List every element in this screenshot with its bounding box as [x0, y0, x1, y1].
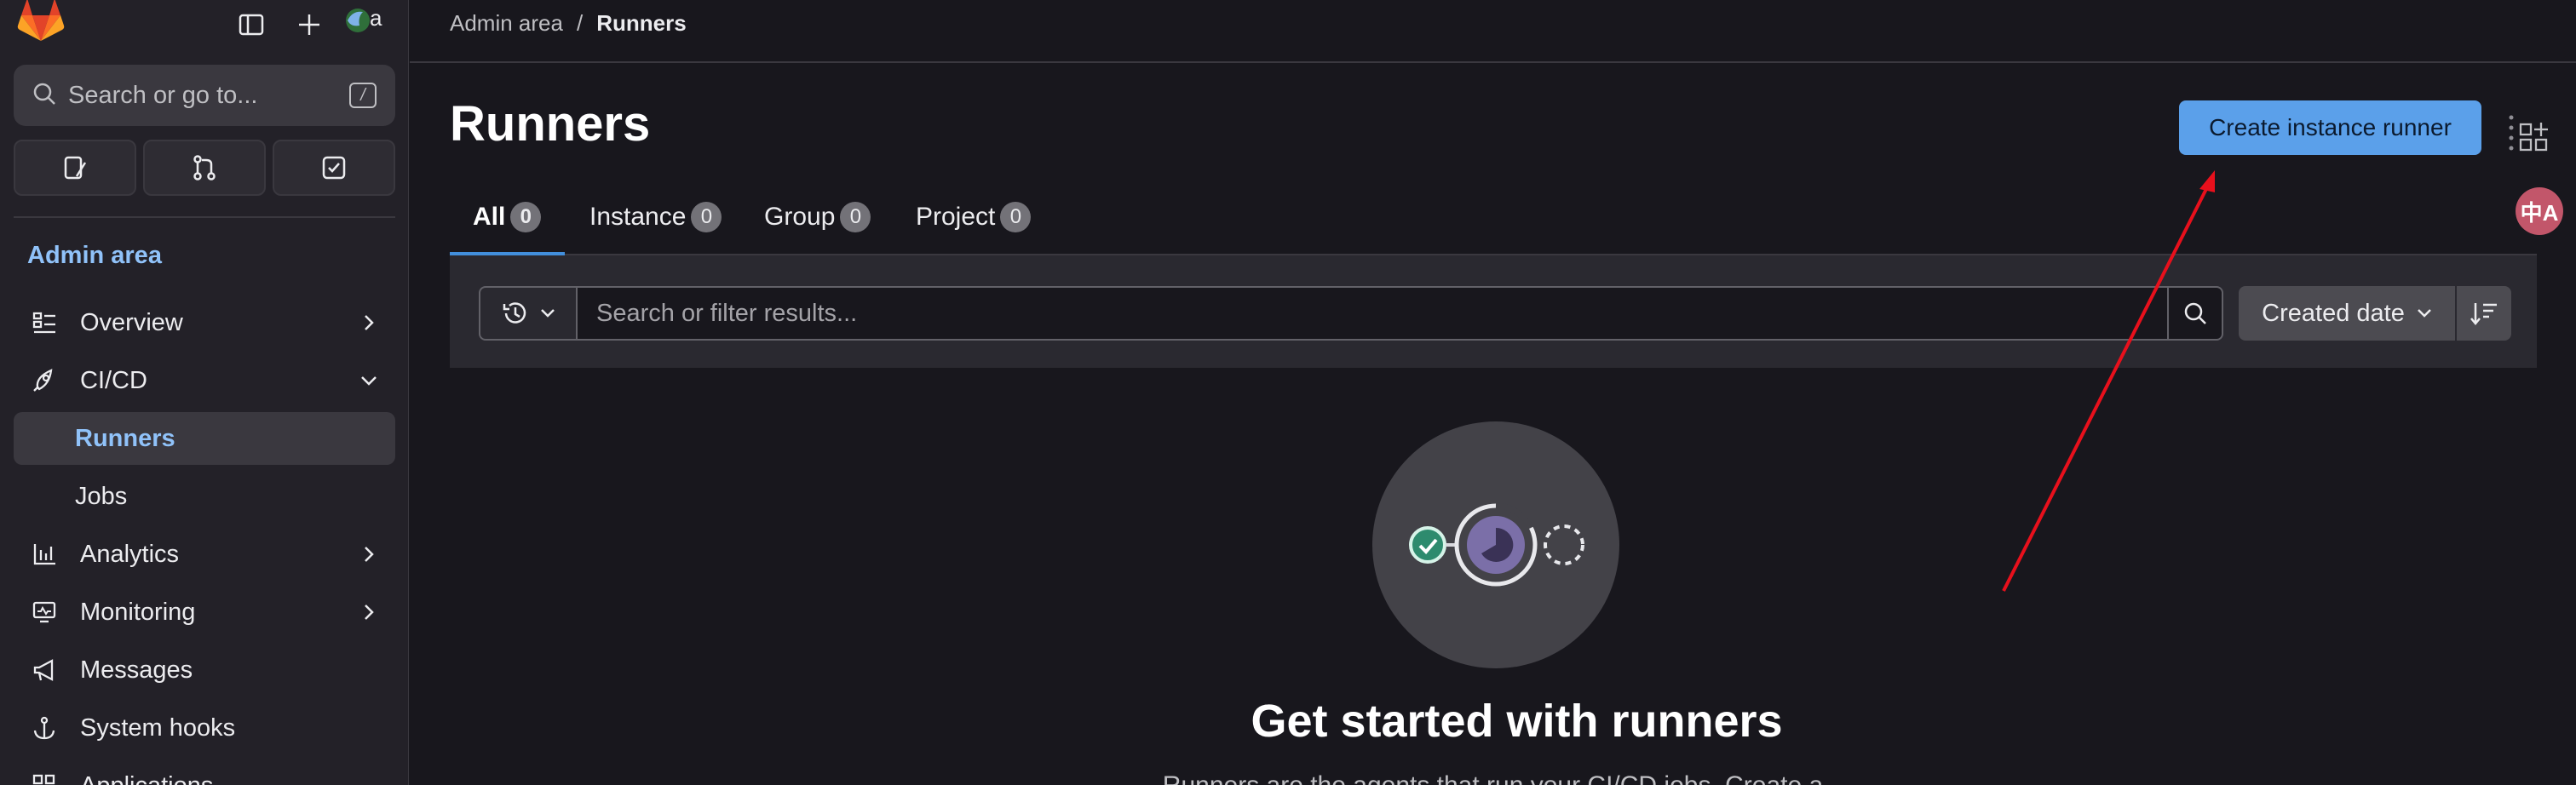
avatar[interactable]: a — [346, 3, 388, 37]
issues-button[interactable] — [14, 140, 136, 196]
filter-bar: Search or filter results... Created date — [450, 255, 2537, 368]
sidebar-item-applications[interactable]: Applications — [14, 759, 395, 785]
chevron-right-icon — [354, 603, 383, 622]
monitor-icon — [27, 599, 61, 625]
sidebar-item-label: Applications — [80, 772, 395, 785]
merge-request-icon — [193, 155, 216, 180]
sidebar-item-system-hooks[interactable]: System hooks — [14, 702, 395, 754]
todos-button[interactable] — [273, 140, 395, 196]
sidebar-item-jobs[interactable]: Jobs — [14, 470, 395, 523]
tab-count-badge: 0 — [510, 202, 542, 232]
apps-icon — [27, 773, 61, 785]
breadcrumb-current[interactable]: Runners — [596, 10, 686, 37]
chevron-down-icon — [541, 309, 555, 318]
overview-icon — [27, 310, 61, 335]
main-content: Admin area / Runners Runners Create inst… — [410, 0, 2576, 785]
tab-count-badge: 0 — [840, 202, 871, 232]
chevron-right-icon — [354, 313, 383, 332]
breadcrumb-separator: / — [576, 10, 584, 36]
sidebar-item-label: Analytics — [80, 540, 180, 568]
issues-icon — [64, 156, 87, 180]
runners-empty-illustration — [1372, 421, 1619, 668]
gitlab-logo-icon[interactable] — [17, 0, 65, 43]
sort-direction-button[interactable] — [2457, 286, 2511, 341]
sidebar: a Search or go to... / Admin area Overvi… — [0, 0, 409, 785]
sidebar-item-cicd[interactable]: CI/CD — [14, 354, 395, 407]
sidebar-item-messages[interactable]: Messages — [14, 644, 395, 696]
sidebar-item-label: System hooks — [80, 713, 236, 742]
tab-label: Group — [764, 203, 836, 231]
search-icon — [2184, 302, 2206, 324]
history-icon — [503, 302, 526, 324]
sort-field-label: Created date — [2262, 299, 2405, 327]
sort-field-dropdown[interactable]: Created date — [2239, 286, 2455, 341]
sidebar-item-label: Jobs — [75, 482, 128, 510]
app-root: a Search or go to... / Admin area Overvi… — [0, 0, 2576, 785]
search-placeholder: Search or go to... — [68, 81, 258, 109]
todo-icon — [322, 156, 346, 180]
sidebar-search[interactable]: Search or go to... / — [14, 65, 395, 126]
sidebar-item-overview[interactable]: Overview — [14, 296, 395, 349]
chevron-down-icon — [354, 375, 383, 387]
empty-state-description: Runners are the agents that run your CI/… — [410, 771, 2576, 785]
search-shortcut-key: / — [349, 83, 377, 108]
sidebar-item-label: Monitoring — [80, 598, 196, 626]
sidebar-header: a — [0, 0, 409, 51]
tab-project[interactable]: Project 0 — [916, 179, 1032, 255]
sidebar-item-label: Messages — [80, 656, 193, 684]
tab-label: Project — [916, 203, 996, 231]
megaphone-icon — [27, 657, 61, 683]
widget-add-icon[interactable] — [2507, 111, 2558, 153]
breadcrumb-parent-link[interactable]: Admin area — [450, 10, 563, 37]
sidebar-item-analytics[interactable]: Analytics — [14, 528, 395, 581]
sidebar-item-label: CI/CD — [80, 366, 147, 394]
tab-instance[interactable]: Instance 0 — [589, 179, 722, 255]
tab-label: Instance — [589, 203, 687, 231]
anchor-icon — [27, 715, 61, 741]
merge-requests-button[interactable] — [143, 140, 266, 196]
sidebar-section-title[interactable]: Admin area — [27, 242, 162, 270]
page-title: Runners — [450, 96, 651, 152]
search-icon — [32, 82, 56, 110]
sidebar-item-runners[interactable]: Runners — [14, 412, 395, 465]
chart-icon — [27, 541, 61, 567]
sidebar-item-label: Overview — [80, 308, 183, 336]
sidebar-divider — [14, 216, 395, 218]
rocket-icon — [27, 367, 61, 394]
empty-state-title: Get started with runners — [1251, 696, 1783, 747]
chevron-down-icon — [2417, 309, 2431, 318]
plus-icon[interactable] — [290, 5, 329, 44]
sidebar-item-monitoring[interactable]: Monitoring — [14, 586, 395, 639]
top-bar: Admin area / Runners — [410, 0, 2576, 63]
sort-descending-icon — [2470, 303, 2497, 325]
filter-search-button[interactable] — [2169, 286, 2223, 341]
avatar-text: a — [370, 5, 382, 31]
sidebar-toggle-icon[interactable] — [232, 5, 271, 44]
search-filter-input[interactable]: Search or filter results... — [576, 286, 2169, 341]
tab-label: All — [473, 203, 506, 231]
runner-tabs: All 0 Instance 0 Group 0 Project 0 — [450, 179, 2537, 255]
breadcrumb: Admin area / Runners — [450, 10, 687, 37]
create-instance-runner-button[interactable]: Create instance runner — [2179, 100, 2481, 155]
search-history-dropdown[interactable] — [479, 286, 576, 341]
tab-group[interactable]: Group 0 — [764, 179, 871, 255]
tab-all[interactable]: All 0 — [473, 179, 542, 255]
sidebar-item-label: Runners — [75, 424, 175, 452]
tab-count-badge: 0 — [1000, 202, 1032, 232]
chevron-right-icon — [354, 545, 383, 564]
tab-count-badge: 0 — [691, 202, 722, 232]
